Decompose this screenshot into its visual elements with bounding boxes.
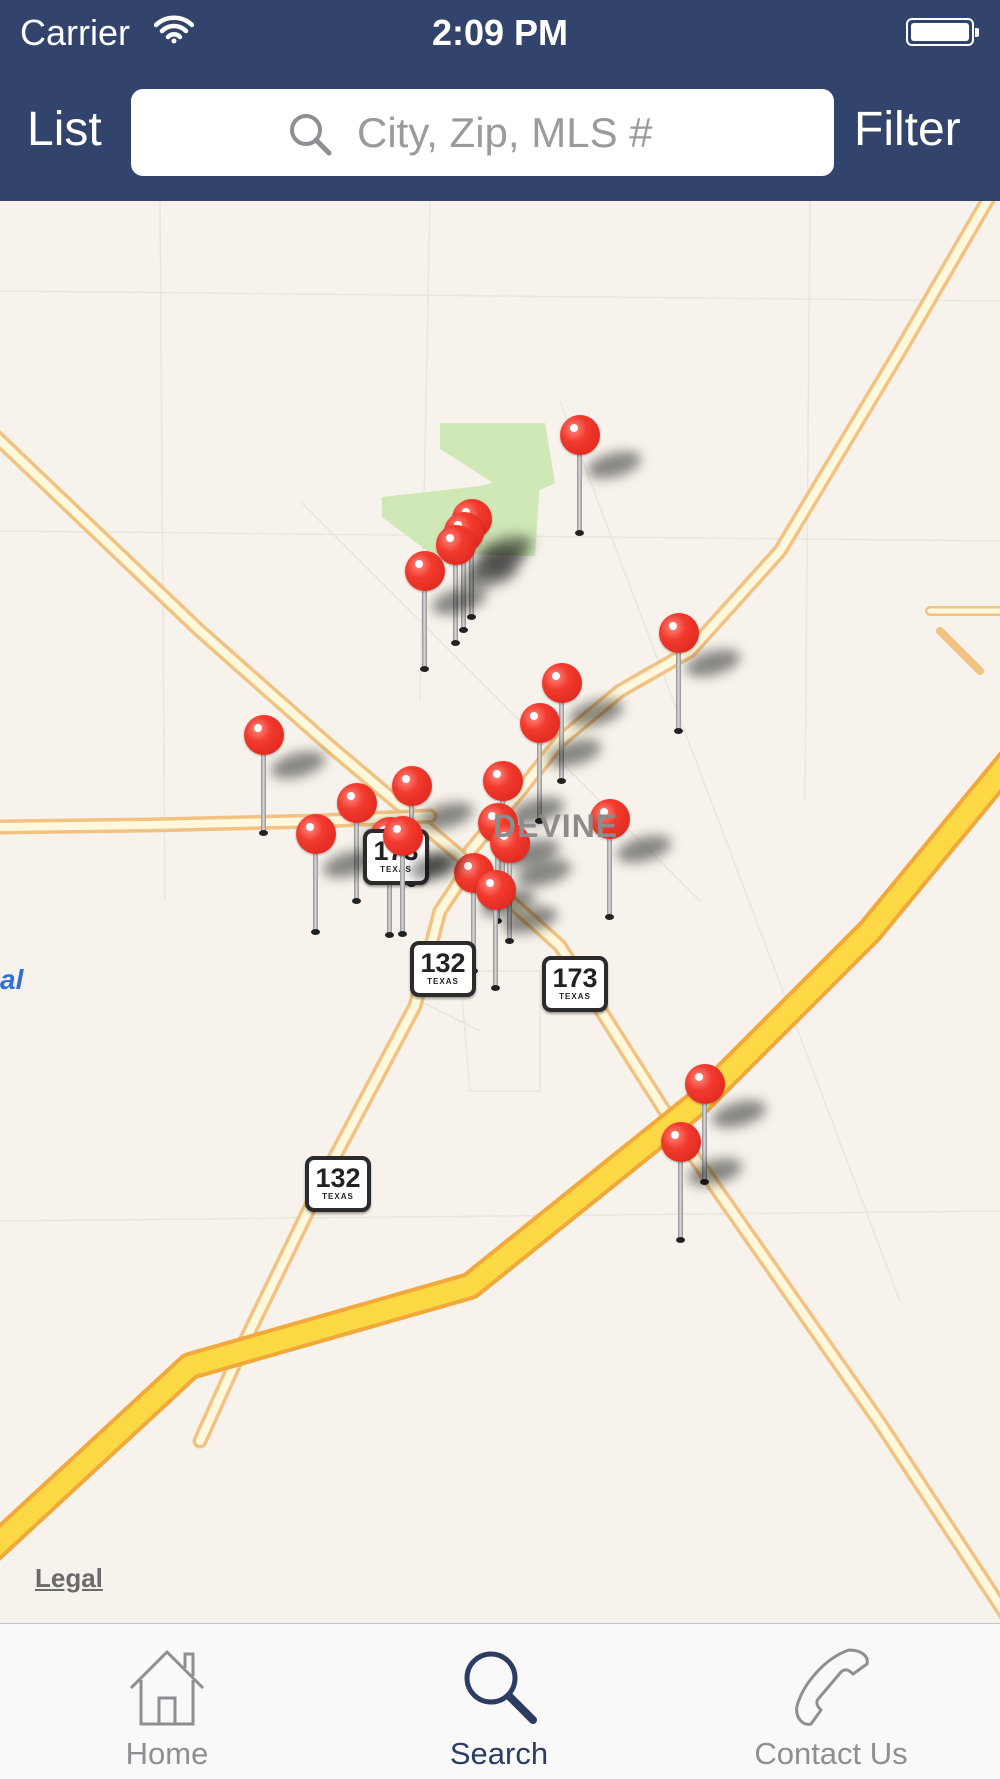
tab-home[interactable]: Home — [67, 1624, 267, 1779]
status-time: 2:09 PM — [431, 12, 569, 53]
listing-pin[interactable] — [242, 715, 329, 836]
phone-icon — [789, 1644, 873, 1728]
legal-link[interactable]: Legal — [35, 1563, 103, 1594]
tab-search-label: Search — [449, 1736, 549, 1771]
listing-pin[interactable] — [294, 814, 381, 935]
town-label: DEVINE — [493, 808, 619, 844]
route-shield: 132 TEXAS — [410, 941, 476, 997]
tab-contact-us[interactable]: Contact Us — [731, 1624, 931, 1779]
search-icon — [287, 111, 333, 162]
listing-pin[interactable] — [558, 415, 645, 536]
listing-pin[interactable] — [659, 1122, 746, 1243]
listing-pin[interactable] — [474, 870, 561, 991]
search-bar[interactable] — [131, 89, 834, 176]
tab-search[interactable]: Search — [399, 1624, 599, 1779]
tab-home-label: Home — [125, 1736, 209, 1771]
tab-bar: Home Search Contact Us — [0, 1623, 1000, 1779]
listing-pin[interactable] — [657, 613, 744, 734]
magnifier-icon — [457, 1644, 541, 1728]
search-input[interactable] — [357, 89, 817, 176]
map-view[interactable]: DEVINE 173TEXAS 132TEXAS 173TEXAS 132TEX… — [0, 201, 1000, 1623]
route-shield: 132 TEXAS — [305, 1156, 371, 1212]
listing-pin[interactable] — [381, 816, 468, 937]
list-button[interactable]: List — [27, 102, 102, 157]
tab-contact-us-label: Contact Us — [754, 1736, 908, 1771]
navigation-bar: List Filter — [0, 68, 1000, 201]
house-icon — [125, 1644, 209, 1728]
listing-pin[interactable] — [403, 551, 490, 672]
status-bar: Carrier 2:09 PM — [0, 0, 1000, 68]
filter-button[interactable]: Filter — [854, 102, 961, 157]
battery-icon — [906, 18, 979, 46]
route-shield: 173TEXAS — [542, 956, 608, 1012]
map-edge-label: al — [0, 964, 24, 995]
